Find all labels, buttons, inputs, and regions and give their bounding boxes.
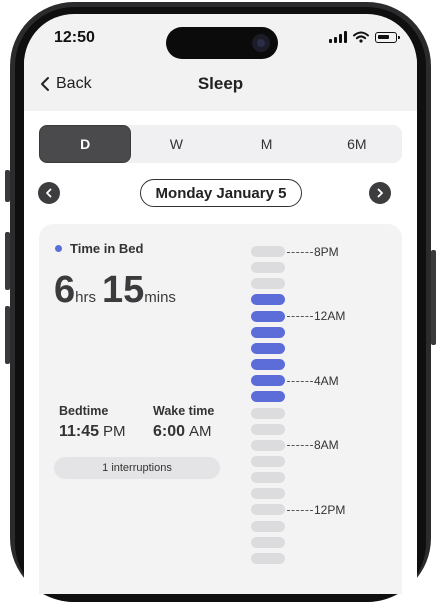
sleep-segment-empty <box>251 423 285 435</box>
page-title: Sleep <box>197 74 244 93</box>
sleep-summary-card: Time in Bed 6hrs 15mins Bedtime 11:45 PM W… <box>39 224 402 594</box>
time-tick-label: 8PM <box>314 244 339 259</box>
legend-label: Time in Bed <box>70 241 144 256</box>
bedtime-time: 11:45 <box>59 423 100 440</box>
action-button <box>5 170 10 202</box>
signal-icon <box>329 31 347 43</box>
sleep-segment-empty <box>251 439 285 451</box>
sleep-segment-empty <box>251 455 285 467</box>
volume-up-button <box>5 232 10 290</box>
sleep-duration: 6hrs 15mins <box>54 269 182 312</box>
tab-week[interactable]: W <box>131 125 221 163</box>
dynamic-island <box>166 27 278 59</box>
time-tick-line <box>287 251 313 253</box>
sleep-segment-empty <box>251 536 285 548</box>
status-time: 12:50 <box>54 29 95 46</box>
power-button <box>431 250 436 345</box>
duration-hours-unit: hrs <box>75 289 96 306</box>
status-icons <box>329 31 400 43</box>
time-tick-line <box>287 509 313 511</box>
sleep-segment-empty <box>251 278 285 290</box>
wake-time-label: Wake time <box>153 404 215 418</box>
wake-ampm: AM <box>189 423 212 440</box>
sleep-segment-in-bed <box>251 391 285 403</box>
time-tick-line <box>287 380 313 382</box>
time-tick-line <box>287 316 313 318</box>
camera-icon <box>252 34 270 52</box>
interruptions-badge: 1 interruptions <box>54 457 220 479</box>
sleep-segment-in-bed <box>251 310 285 322</box>
sleep-segment-empty <box>251 472 285 484</box>
main-content: D W M 6M Monday January 5 Time in Bed 6h… <box>24 111 417 594</box>
nav-bar: Back Sleep <box>24 59 417 111</box>
sleep-segment-in-bed <box>251 342 285 354</box>
time-tick-label: 8AM <box>314 438 339 453</box>
time-tick-label: 4AM <box>314 373 339 388</box>
battery-icon <box>375 31 400 43</box>
date-selector[interactable]: Monday January 5 <box>140 179 302 207</box>
sleep-segment-in-bed <box>251 375 285 387</box>
screen: 12:50 Back Sleep D W M 6M Monday January… <box>24 14 417 594</box>
time-tick-line <box>287 445 313 447</box>
sleep-segment-in-bed <box>251 294 285 306</box>
tab-month[interactable]: M <box>222 125 312 163</box>
bedtime-label: Bedtime <box>59 404 109 418</box>
sleep-segment-empty <box>251 407 285 419</box>
previous-day-button[interactable] <box>38 182 60 204</box>
sleep-segment-in-bed <box>251 326 285 338</box>
sleep-segment-empty <box>251 520 285 532</box>
chevron-right-icon <box>377 188 383 198</box>
sleep-segment-empty <box>251 246 285 257</box>
period-segmented-control: D W M 6M <box>39 125 402 163</box>
sleep-segment-empty <box>251 488 285 500</box>
duration-minutes: 15 <box>101 269 145 311</box>
duration-minutes-unit: mins <box>144 289 176 306</box>
time-in-bed-legend: Time in Bed <box>55 241 143 256</box>
time-tick-label: 12AM <box>314 309 346 324</box>
bedtime-ampm: PM <box>103 423 126 440</box>
wake-time-value: 6:00 AM <box>153 423 212 441</box>
bedtime-value: 11:45 PM <box>59 423 126 441</box>
sleep-segment-in-bed <box>251 359 285 371</box>
legend-dot <box>55 245 62 252</box>
tab-6-months[interactable]: 6M <box>312 125 402 163</box>
next-day-button[interactable] <box>369 182 391 204</box>
tab-day[interactable]: D <box>39 125 132 163</box>
sleep-segment-empty <box>251 504 285 516</box>
wake-time: 6:00 <box>153 423 186 440</box>
date-navigator: Monday January 5 <box>24 179 417 207</box>
sleep-segment-empty <box>251 552 285 564</box>
chevron-left-icon <box>46 188 52 198</box>
duration-hours: 6 <box>54 269 76 311</box>
volume-down-button <box>5 306 10 364</box>
time-tick-label: 12PM <box>314 502 346 517</box>
sleep-segment-empty <box>251 262 285 274</box>
wifi-icon <box>353 31 369 43</box>
